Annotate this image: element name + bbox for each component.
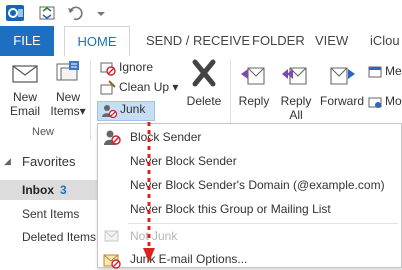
meeting-icon xyxy=(368,66,382,78)
reply-all-label-2: All xyxy=(289,108,303,122)
more-respond-icon xyxy=(368,97,382,108)
block-sender-icon xyxy=(104,130,121,145)
new-items-label-2: Items▾ xyxy=(50,104,86,118)
undo-icon[interactable] xyxy=(66,4,84,22)
reply-label: Reply xyxy=(238,94,270,108)
ignore-icon xyxy=(100,62,116,76)
tab-folder[interactable]: FOLDER xyxy=(244,26,313,56)
forward-button[interactable]: Forward xyxy=(318,58,366,108)
reply-all-button[interactable]: Reply All xyxy=(276,58,316,122)
inbox-unread-count: 3 xyxy=(60,183,67,197)
ribbon-tabs: FILE HOME SEND / RECEIVE FOLDER VIEW iCl… xyxy=(0,26,402,57)
junk-icon xyxy=(102,104,118,118)
delete-button[interactable]: Delete xyxy=(182,58,226,108)
forward-label: Forward xyxy=(319,94,364,108)
new-email-label-1: New xyxy=(12,90,37,104)
junk-options-icon xyxy=(103,254,121,269)
inbox-label: Inbox xyxy=(22,183,54,197)
tab-send-receive[interactable]: SEND / RECEIVE xyxy=(138,26,258,56)
nav-item-inbox[interactable]: Inbox 3 xyxy=(0,180,98,200)
tab-home[interactable]: HOME xyxy=(64,26,130,57)
reply-icon xyxy=(241,67,265,85)
more-respond-button[interactable]: Mo xyxy=(368,92,402,110)
new-email-label-2: Email xyxy=(9,104,40,118)
delete-icon xyxy=(192,59,216,87)
meeting-button[interactable]: Me xyxy=(368,62,402,80)
tab-icloud[interactable]: iClou xyxy=(362,26,402,56)
dropdown-icon[interactable] xyxy=(92,4,110,22)
folder-pane: ◢ Favorites Inbox 3 Sent Items Deleted I… xyxy=(0,142,98,268)
forward-icon xyxy=(330,67,355,85)
new-items-icon xyxy=(56,61,79,81)
new-email-button[interactable]: New Email xyxy=(4,58,46,118)
junk-label: Junk xyxy=(120,102,146,116)
clean-up-arrow: ▾ xyxy=(172,80,179,94)
nav-item-deleted[interactable]: Deleted Items xyxy=(22,230,96,244)
block-sender-label: Block Sender xyxy=(130,130,202,144)
clean-up-label: Clean Up xyxy=(119,80,170,94)
clean-up-button[interactable]: Clean Up ▾ xyxy=(100,78,178,96)
not-junk-icon xyxy=(104,230,119,242)
never-block-group-label: Never Block this Group or Mailing List xyxy=(130,202,331,216)
new-items-label-1: New xyxy=(55,90,80,104)
delete-label: Delete xyxy=(186,94,222,108)
meeting-label: Me xyxy=(385,64,402,78)
outlook-icon[interactable] xyxy=(6,4,24,22)
new-email-icon xyxy=(12,65,38,83)
new-items-button[interactable]: New Items▾ xyxy=(48,58,88,118)
new-items-arrow: ▾ xyxy=(79,104,86,118)
reply-all-icon xyxy=(282,67,307,85)
clean-up-icon xyxy=(100,80,116,95)
tab-file[interactable]: FILE xyxy=(0,26,54,56)
more-respond-label: Mo xyxy=(385,94,402,108)
collapse-favorites-icon[interactable]: ◢ xyxy=(4,156,11,167)
title-bar xyxy=(0,0,402,26)
nav-item-sent[interactable]: Sent Items xyxy=(22,207,79,221)
favorites-header[interactable]: Favorites xyxy=(22,154,75,169)
ignore-button[interactable]: Ignore xyxy=(100,58,153,76)
send-receive-icon[interactable] xyxy=(38,4,56,22)
reply-all-label-1: Reply xyxy=(280,94,312,108)
group-label-new: New xyxy=(32,126,55,138)
never-block-domain-label: Never Block Sender's Domain (@example.co… xyxy=(130,178,385,192)
annotation-arrow xyxy=(143,122,155,262)
tab-view[interactable]: VIEW xyxy=(307,26,356,56)
reply-button[interactable]: Reply xyxy=(234,58,274,108)
group-separator xyxy=(90,60,91,140)
ignore-label: Ignore xyxy=(119,60,154,74)
junk-button[interactable]: Junk ▾ xyxy=(97,101,155,134)
